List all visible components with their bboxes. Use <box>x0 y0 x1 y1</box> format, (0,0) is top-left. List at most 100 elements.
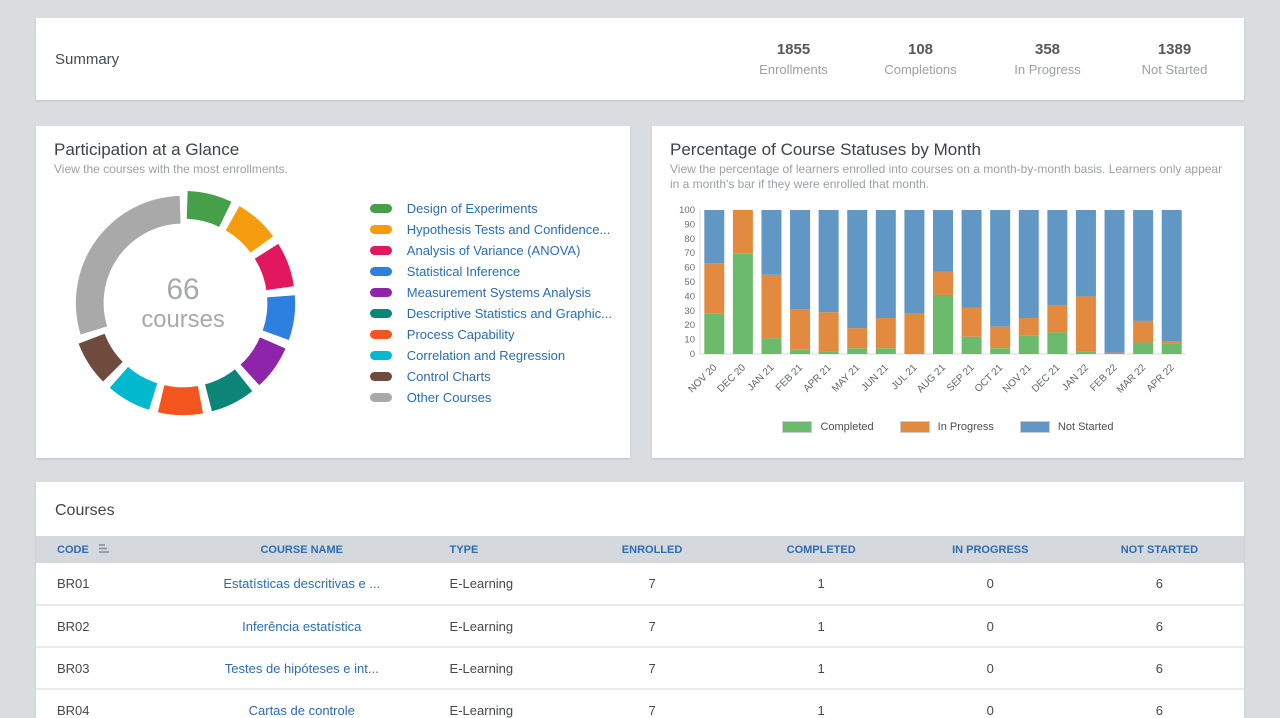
bar-segment[interactable] <box>704 314 724 354</box>
donut-legend-item[interactable]: Design of Experiments <box>370 198 612 219</box>
course-name-link[interactable]: Cartas de controle <box>249 703 355 718</box>
bar-segment[interactable] <box>1105 210 1125 353</box>
cell-completed: 1 <box>737 647 906 689</box>
x-axis-month-label: JAN 21 <box>746 362 777 393</box>
donut-segment[interactable] <box>187 191 232 227</box>
bar-segment[interactable] <box>1162 341 1182 344</box>
stat-value: 1389 <box>1111 41 1238 58</box>
donut-segment[interactable] <box>255 244 294 290</box>
bar-legend-item: Completed <box>782 421 873 433</box>
column-header-in-progress[interactable]: IN PROGRESS <box>906 536 1075 563</box>
column-header-code[interactable]: CODE <box>36 536 181 563</box>
bar-segment[interactable] <box>1162 210 1182 341</box>
donut-legend-item[interactable]: Hypothesis Tests and Confidence... <box>370 219 612 240</box>
bar-segment[interactable] <box>733 253 753 354</box>
bar-segment[interactable] <box>819 210 839 312</box>
donut-legend-item[interactable]: Process Capability <box>370 324 612 345</box>
x-axis-month-label: JUN 21 <box>860 362 892 394</box>
summary-stat: 1389Not Started <box>1111 41 1238 77</box>
bar-segment[interactable] <box>761 275 781 338</box>
legend-swatch-icon <box>370 309 392 318</box>
donut-legend-item[interactable]: Correlation and Regression <box>370 345 612 366</box>
bar-segment[interactable] <box>962 308 982 337</box>
bar-segment[interactable] <box>933 295 953 354</box>
bar-segment[interactable] <box>790 350 810 354</box>
column-header-completed[interactable]: COMPLETED <box>737 536 906 563</box>
bar-segment[interactable] <box>904 314 924 354</box>
donut-segment[interactable] <box>205 369 252 411</box>
bar-segment[interactable] <box>990 327 1010 349</box>
bar-segment[interactable] <box>876 318 896 348</box>
donut-legend-item[interactable]: Statistical Inference <box>370 261 612 282</box>
cell-type: E-Learning <box>423 647 568 689</box>
bar-segment[interactable] <box>1076 210 1096 296</box>
bar-segment[interactable] <box>990 348 1010 354</box>
donut-segment[interactable] <box>79 334 123 382</box>
bar-segment[interactable] <box>1047 332 1067 354</box>
bar-segment[interactable] <box>962 210 982 308</box>
bar-segment[interactable] <box>847 348 867 354</box>
cell-enrolled: 7 <box>568 605 737 647</box>
bar-segment[interactable] <box>819 351 839 354</box>
bar-segment[interactable] <box>1047 305 1067 332</box>
donut-segment[interactable] <box>263 295 295 340</box>
x-axis-month-label: DEC 21 <box>1030 362 1063 395</box>
bar-segment[interactable] <box>1076 296 1096 351</box>
bar-segment[interactable] <box>761 338 781 354</box>
bar-segment[interactable] <box>761 210 781 275</box>
donut-segment[interactable] <box>158 385 203 415</box>
donut-legend-item[interactable]: Other Courses <box>370 387 612 408</box>
donut-legend-item[interactable]: Analysis of Variance (ANOVA) <box>370 240 612 261</box>
column-header-course-name[interactable]: COURSE NAME <box>181 536 423 563</box>
legend-swatch-icon <box>1020 421 1050 433</box>
courses-panel: Courses CODECOURSE NAMETYPEENROLLEDCOMPL… <box>36 482 1244 718</box>
bar-segment[interactable] <box>1162 344 1182 354</box>
column-header-type[interactable]: TYPE <box>423 536 568 563</box>
courses-table: CODECOURSE NAMETYPEENROLLEDCOMPLETEDIN P… <box>36 536 1244 718</box>
donut-legend-item[interactable]: Descriptive Statistics and Graphic... <box>370 303 612 324</box>
bar-segment[interactable] <box>1019 335 1039 354</box>
legend-label: Statistical Inference <box>407 264 520 279</box>
course-name-link[interactable]: Inferência estatística <box>242 619 361 634</box>
bar-segment[interactable] <box>819 312 839 351</box>
column-header-label: NOT STARTED <box>1121 544 1198 556</box>
bar-segment[interactable] <box>933 210 953 272</box>
bar-segment[interactable] <box>933 272 953 295</box>
bar-segment[interactable] <box>704 210 724 263</box>
courses-title: Courses <box>36 496 1244 536</box>
donut-legend: Design of ExperimentsHypothesis Tests an… <box>370 198 612 408</box>
column-header-enrolled[interactable]: ENROLLED <box>568 536 737 563</box>
donut-segment[interactable] <box>110 367 158 410</box>
course-name-link[interactable]: Testes de hipóteses e int... <box>225 661 379 676</box>
bar-segment[interactable] <box>790 210 810 309</box>
cell-enrolled: 7 <box>568 689 737 718</box>
bar-segment[interactable] <box>904 210 924 314</box>
bar-segment[interactable] <box>1133 210 1153 321</box>
bar-segment[interactable] <box>1105 353 1125 354</box>
bar-segment[interactable] <box>962 337 982 354</box>
cell-not_started: 6 <box>1075 605 1244 647</box>
course-name-link[interactable]: Estatísticas descritivas e ... <box>223 576 380 591</box>
bar-segment[interactable] <box>876 210 896 318</box>
bar-segment[interactable] <box>1047 210 1067 305</box>
bar-segment[interactable] <box>1019 210 1039 318</box>
bar-segment[interactable] <box>1133 321 1153 343</box>
column-header-not-started[interactable]: NOT STARTED <box>1075 536 1244 563</box>
donut-legend-item[interactable]: Measurement Systems Analysis <box>370 282 612 303</box>
bar-segment[interactable] <box>847 328 867 348</box>
bar-segment[interactable] <box>1076 351 1096 354</box>
bar-segment[interactable] <box>847 210 867 328</box>
bar-segment[interactable] <box>733 210 753 253</box>
bar-segment[interactable] <box>1019 318 1039 335</box>
bar-segment[interactable] <box>990 210 1010 327</box>
bar-segment[interactable] <box>704 263 724 313</box>
donut-legend-item[interactable]: Control Charts <box>370 366 612 387</box>
legend-swatch-icon <box>370 330 392 339</box>
cell-in_progress: 0 <box>906 647 1075 689</box>
cell-in_progress: 0 <box>906 689 1075 718</box>
bar-segment[interactable] <box>790 309 810 349</box>
donut-segment[interactable] <box>226 206 273 252</box>
bar-segment[interactable] <box>876 348 896 354</box>
bar-segment[interactable] <box>1133 342 1153 354</box>
donut-segment[interactable] <box>241 337 286 385</box>
